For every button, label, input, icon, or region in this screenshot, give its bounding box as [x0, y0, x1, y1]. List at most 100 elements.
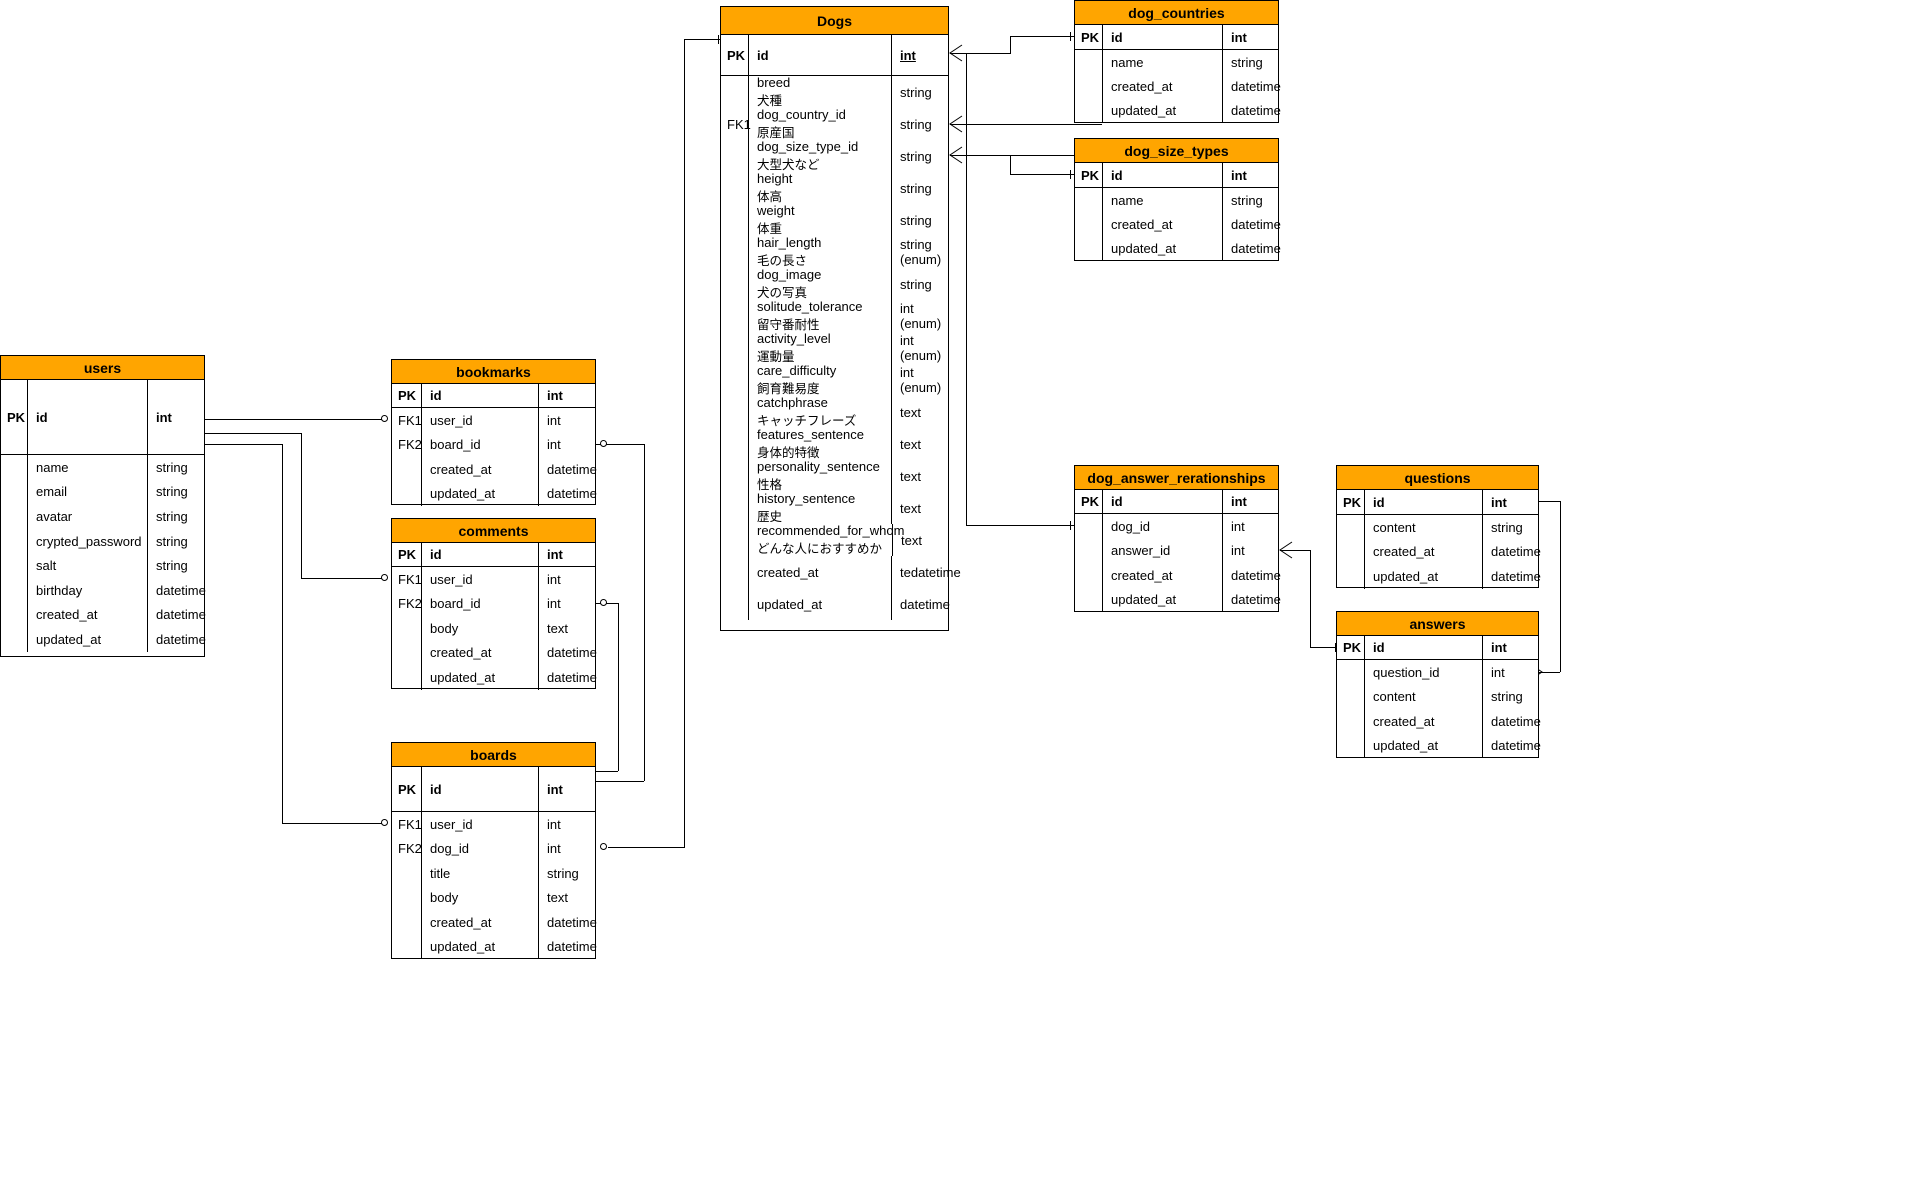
attr-row: updated_at datetime	[1075, 587, 1281, 612]
attr-row: height 体高 string	[721, 171, 948, 204]
attr-field-type-line: string	[156, 508, 188, 524]
attr-row: updated_at datetime	[1075, 98, 1281, 122]
attr-key-label	[1075, 514, 1103, 539]
entity-dog-size-types[interactable]: dog_size_types PK id int name string creat…	[1074, 138, 1281, 261]
entity-boards[interactable]: boards PK id int FK1 user_id int FK2 dog_id i…	[391, 742, 597, 959]
attr-field-type-line: int	[547, 412, 561, 428]
connector-dogs-boards-seg	[684, 39, 722, 40]
entity-dog-answer-rerationships[interactable]: dog_answer_rerationships PK id int dog_i…	[1074, 465, 1281, 612]
crowfoot-circle	[381, 574, 388, 581]
attr-field-type-line: text	[900, 468, 921, 484]
pk-field-name: id	[422, 767, 539, 811]
attr-field-type-line: string	[900, 212, 932, 228]
attr-field-type: text	[893, 524, 949, 556]
attr-field-type: datetime	[1483, 540, 1541, 565]
attr-row: created_at tedatetime	[721, 556, 961, 588]
attr-field-type-line: text	[900, 500, 921, 516]
attr-field-name-en: user_id	[430, 571, 473, 587]
attr-field-type-line: int	[1231, 543, 1245, 559]
attr-field-type-line: string	[900, 148, 932, 164]
attr-field-name: content	[1365, 515, 1483, 540]
attr-row: name string	[1075, 50, 1278, 74]
attr-field-name: name	[1103, 50, 1223, 74]
connector-sizetypes-dogs-b	[1010, 174, 1074, 175]
entity-users[interactable]: users PK id int name string email string ava…	[0, 355, 206, 657]
pk-row-answers: PK id int	[1337, 636, 1538, 660]
attr-field-name: created_at	[28, 602, 148, 628]
attr-key-label	[1337, 684, 1365, 709]
pk-field-name: id	[749, 35, 892, 75]
attr-field-name: features_sentence 身体的特徴	[749, 427, 892, 460]
attr-field-type: datetime	[539, 910, 597, 935]
attr-field-type-line: string	[900, 276, 932, 292]
attr-key-label	[392, 861, 422, 886]
attr-field-name-en: name	[36, 459, 69, 475]
attr-field-name-en: breed	[757, 75, 791, 90]
attr-field-name-en: email	[36, 484, 68, 500]
attr-row: crypted_password string	[1, 528, 204, 554]
entity-comments[interactable]: comments PK id int FK1 user_id int FK2 board…	[391, 518, 597, 690]
pk-key-label: PK	[1075, 25, 1103, 49]
attr-key-label	[721, 492, 749, 524]
attr-row: salt string	[1, 553, 204, 578]
attr-key-label	[1, 455, 28, 480]
attr-field-name-en: history_sentence	[757, 491, 856, 506]
attr-key-label	[1337, 733, 1365, 758]
attr-key-label	[721, 76, 749, 108]
attr-field-type: string	[892, 108, 948, 140]
pk-row-dogs: PK id int	[721, 35, 948, 76]
attr-field-name: updated_at	[422, 481, 539, 506]
attr-block-dogs: breed 犬種 string FK1 dog_country_id 原産国 string d…	[721, 75, 961, 620]
attr-row: activity_level 運動量 int (enum)	[721, 331, 948, 364]
attr-field-name: question_id	[1365, 660, 1483, 685]
attr-block-dog-size-types: name string created_at datetime updated_at da…	[1075, 188, 1281, 260]
pk-row-bookmarks: PK id int	[392, 384, 595, 408]
attr-field-name-en: content	[1373, 519, 1416, 535]
entity-bookmarks[interactable]: bookmarks PK id int FK1 user_id int FK2 boar…	[391, 359, 597, 506]
attr-field-name-en: created_at	[1111, 216, 1173, 232]
entity-dog-countries[interactable]: dog_countries PK id int name string create…	[1074, 0, 1281, 123]
attr-block-users: name string email string avatar string crypted…	[1, 455, 206, 652]
attr-field-name: body	[422, 885, 539, 910]
attr-field-name: created_at	[1103, 212, 1223, 236]
attr-key-label	[1075, 236, 1103, 260]
attr-field-type-line: datetime	[1231, 567, 1281, 583]
crowfoot-circle	[381, 415, 388, 422]
pk-row-questions: PK id int	[1337, 490, 1538, 515]
connector-users-comments-b	[301, 578, 384, 579]
attr-field-name-en: updated_at	[36, 631, 102, 647]
attr-field-type: datetime	[892, 588, 950, 620]
pk-field-name: id	[28, 380, 148, 454]
attr-key-label	[721, 396, 749, 428]
attr-field-type-line: datetime	[1231, 240, 1281, 256]
attr-field-type-line: text	[901, 532, 922, 548]
attr-field-name-en: updated_at	[1373, 738, 1439, 754]
attr-key-label	[721, 588, 749, 620]
attr-row: created_at datetime	[1075, 212, 1281, 236]
attr-field-name: avatar	[28, 504, 148, 529]
entity-answers[interactable]: answers PK id int question_id int content s…	[1336, 611, 1541, 758]
attr-key-label	[1337, 515, 1365, 540]
entity-dogs[interactable]: Dogs PK id int breed 犬種 string FK1 dog_count…	[720, 6, 961, 631]
entity-questions[interactable]: questions PK id int content string created…	[1336, 465, 1541, 589]
attr-row: created_at datetime	[1, 602, 206, 628]
connector-dogs-dar-v	[966, 53, 967, 525]
connector-users-boards-v	[282, 444, 283, 823]
attr-field-name: board_id	[422, 591, 539, 616]
attr-field-type-line: datetime	[547, 486, 597, 502]
attr-key-label	[392, 640, 422, 665]
pk-field-type: int	[1231, 167, 1247, 183]
attr-field-type-line: datetime	[1231, 78, 1281, 94]
attr-row: updated_at datetime	[392, 934, 597, 959]
attr-row: avatar string	[1, 504, 204, 529]
attr-field-name: name	[1103, 188, 1223, 212]
attr-field-type-line: datetime	[1491, 713, 1541, 729]
attr-field-name: updated_at	[1103, 98, 1223, 122]
attr-row: catchphrase キャッチフレーズ text	[721, 395, 948, 428]
attr-field-type: text	[892, 428, 948, 460]
attr-field-name-en: hair_length	[757, 235, 822, 250]
attr-field-type: string	[148, 553, 204, 578]
connector-boards-bookmarks-b	[596, 781, 644, 782]
attr-field-name-en: birthday	[36, 582, 83, 598]
attr-field-name: updated_at	[1103, 587, 1223, 612]
